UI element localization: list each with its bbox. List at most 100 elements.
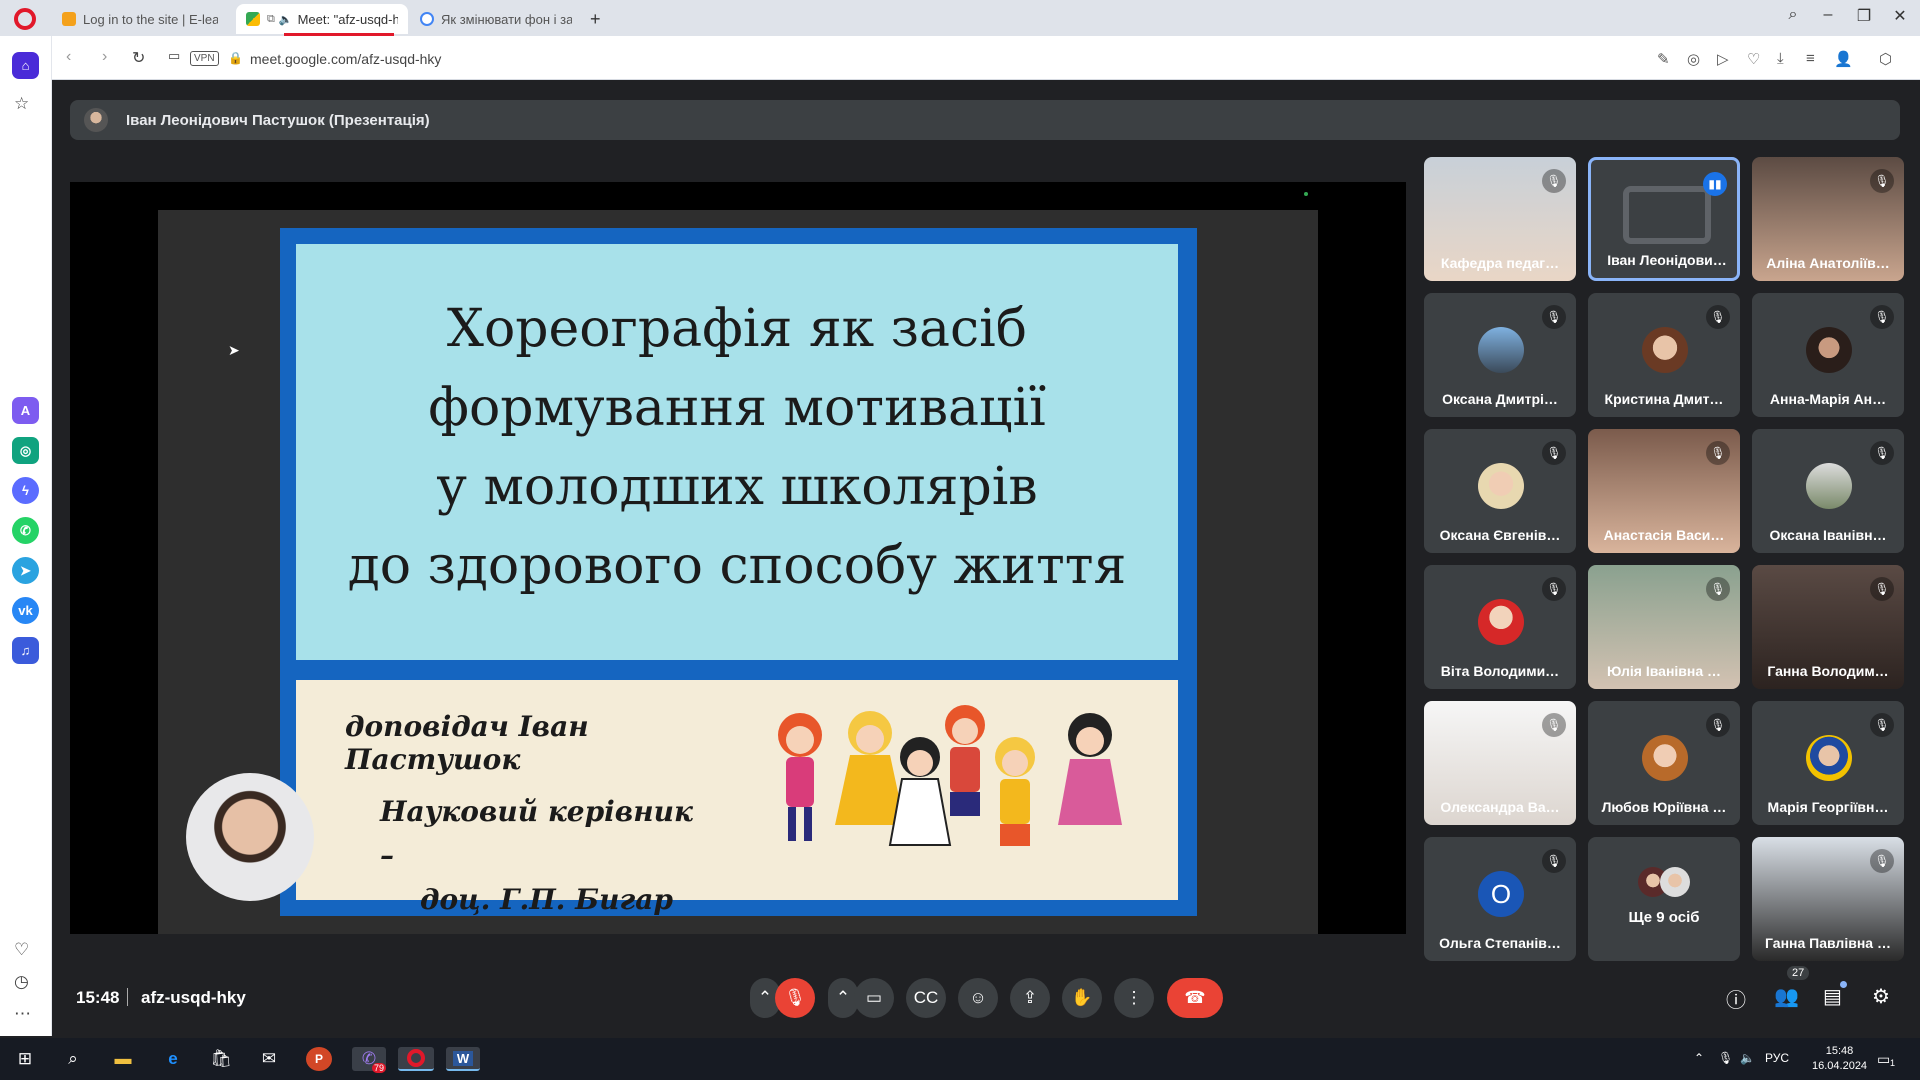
viber-icon[interactable]: ✆ 79 (352, 1047, 386, 1073)
participant-tile[interactable]: 🎙 Оксана Євгенів… (1424, 429, 1576, 553)
meeting-code: afz-usqd-hky (141, 988, 246, 1007)
tab-meet[interactable]: ⧉ 🔈 Meet: "afz-usqd-h (236, 4, 408, 34)
participant-tile[interactable]: 🎙 Олександра Ва… (1424, 701, 1576, 825)
slide-title-line: Хореографія як засіб (446, 299, 1028, 359)
back-icon[interactable]: ‹ (66, 48, 71, 66)
mic-off-icon: 🎙 (1870, 169, 1894, 193)
search-tabs-icon[interactable]: ⌕ (1778, 6, 1808, 24)
close-window-icon[interactable]: ✕ (1885, 6, 1915, 26)
aria-icon[interactable]: A (12, 397, 39, 424)
file-explorer-icon[interactable]: ▬ (110, 1047, 136, 1071)
participant-tile[interactable]: 🎙 Любов Юріївна … (1588, 701, 1740, 825)
messenger-icon[interactable]: ϟ (12, 477, 39, 504)
tab-google-search[interactable]: Як змінювати фон і засто (410, 4, 582, 34)
more-vert-icon: ⋮ (1125, 988, 1143, 1007)
download-icon[interactable]: ⤓ (1777, 50, 1784, 67)
speed-dial-icon[interactable]: ☆ (14, 94, 29, 114)
player-icon[interactable]: ♫ (12, 637, 39, 664)
chatgpt-icon[interactable]: ◎ (12, 437, 39, 464)
vk-icon[interactable]: vk (12, 597, 39, 624)
new-tab-icon[interactable]: + (590, 9, 601, 30)
bookmarks-icon[interactable]: ♡ (14, 940, 29, 960)
snap-icon[interactable]: ▭ (168, 48, 180, 64)
notification-center-icon[interactable]: ▭ (1877, 1051, 1890, 1068)
participant-tile[interactable]: 🎙 Віта Володими… (1424, 565, 1576, 689)
leave-call-button[interactable]: ☎ (1167, 978, 1223, 1018)
participant-tile[interactable]: 🎙 Кристина Дмит… (1588, 293, 1740, 417)
edge-icon[interactable]: e (160, 1047, 186, 1071)
avatar (84, 108, 108, 132)
restore-icon[interactable]: ❐ (1849, 6, 1879, 26)
slide-title-line: у молодших школярів (436, 457, 1038, 517)
meeting-info-icon[interactable]: ⓘ (1726, 984, 1746, 1013)
participant-tile[interactable]: 🎙 Оксана Іванівн… (1752, 429, 1904, 553)
taskbar-clock[interactable]: 15:48 16.04.2024 (1812, 1044, 1867, 1074)
opera-menu-icon[interactable] (14, 8, 36, 30)
taskbar-time: 15:48 (1825, 1045, 1854, 1057)
reload-icon[interactable]: ↻ (132, 48, 145, 68)
participant-tile[interactable]: 🎙 Юлія Іванівна … (1588, 565, 1740, 689)
edit-icon[interactable]: ✎ (1657, 50, 1670, 68)
participant-tile[interactable]: ▮▮ Іван Леонідови… (1588, 157, 1740, 281)
vpn-badge[interactable]: VPN (190, 51, 219, 66)
whatsapp-icon[interactable]: ✆ (12, 517, 39, 544)
captions-button[interactable]: CC (906, 978, 946, 1018)
participant-tile[interactable]: 🎙 Анна-Марія Ан… (1752, 293, 1904, 417)
history-icon[interactable]: ◷ (14, 972, 29, 992)
participant-tile[interactable]: 🎙 Аліна Анатоліїв… (1752, 157, 1904, 281)
viber-badge: 79 (371, 1063, 386, 1073)
participant-name: Юлія Іванівна … (1606, 663, 1722, 679)
participant-tile[interactable]: 🎙 Марія Георгіївн… (1752, 701, 1904, 825)
url-field[interactable]: meet.google.com/afz-usqd-hky (250, 51, 441, 67)
camera-toggle-button[interactable]: ▭ (854, 978, 894, 1018)
more-participants-tile[interactable]: Ще 9 осіб (1588, 837, 1740, 961)
pip-icon[interactable]: ⧉ (267, 13, 275, 26)
word-icon[interactable]: W (446, 1047, 480, 1071)
people-icon[interactable]: 👥 (1774, 984, 1799, 1009)
store-icon[interactable]: 🛍 (208, 1047, 234, 1071)
forward-icon[interactable]: › (102, 48, 107, 66)
sidebar-more-icon[interactable]: ⋯ (14, 1004, 31, 1024)
tray-overflow-icon[interactable]: ⌃ (1694, 1051, 1704, 1065)
speaker-icon[interactable]: 🔈 (279, 13, 293, 26)
lock-icon[interactable]: 🔒 (228, 51, 243, 65)
search-icon[interactable]: ⌕ (60, 1047, 86, 1071)
participant-tile[interactable]: О 🎙 Ольга Степанів… (1424, 837, 1576, 961)
opera-taskbar-icon[interactable] (398, 1047, 434, 1071)
avatar (1806, 735, 1852, 781)
extensions-icon[interactable]: ⬡ (1879, 50, 1892, 68)
avatar (1806, 327, 1852, 373)
participant-tile[interactable]: 🎙 Кафедра педаг… (1424, 157, 1576, 281)
chat-icon[interactable]: ▤ (1823, 984, 1842, 1009)
language-indicator[interactable]: РУС (1765, 1051, 1789, 1065)
camera-icon[interactable]: ◎ (1687, 50, 1700, 68)
microphone-tray-icon[interactable]: 🎙 (1718, 1051, 1733, 1065)
meet-favicon-icon (246, 12, 260, 26)
volume-icon[interactable]: 🔈 (1740, 1051, 1755, 1065)
mic-off-icon: 🎙 (1542, 577, 1566, 601)
windows-start-icon[interactable]: ⊞ (12, 1047, 38, 1071)
participant-tile[interactable]: 🎙 Ганна Павлівна … (1752, 837, 1904, 961)
tab-elearning[interactable]: Log in to the site | E-learni (52, 4, 228, 34)
home-icon[interactable]: ⌂ (12, 52, 39, 79)
mail-icon[interactable]: ✉ (256, 1047, 282, 1071)
powerpoint-icon[interactable]: P (306, 1047, 332, 1071)
participant-name: Кристина Дмит… (1604, 391, 1724, 407)
minimize-icon[interactable]: – (1813, 6, 1843, 24)
avatar (1478, 599, 1524, 645)
activities-icon[interactable]: ⚙ (1872, 984, 1890, 1009)
present-button[interactable]: ⇪ (1010, 978, 1050, 1018)
more-options-button[interactable]: ⋮ (1114, 978, 1154, 1018)
heart-icon[interactable]: ♡ (1747, 50, 1760, 68)
profile-icon[interactable]: 👤 (1834, 50, 1853, 68)
raise-hand-button[interactable]: ✋ (1062, 978, 1102, 1018)
menu-icon[interactable]: ≡ (1806, 50, 1815, 67)
participant-tile[interactable]: 🎙 Анастасія Васи… (1588, 429, 1740, 553)
mic-toggle-button[interactable]: 🎙 (775, 978, 815, 1018)
present-screen-icon: ⇪ (1022, 988, 1038, 1007)
play-icon[interactable]: ▷ (1717, 50, 1729, 68)
reactions-button[interactable]: ☺ (958, 978, 998, 1018)
participant-tile[interactable]: 🎙 Ганна Володим… (1752, 565, 1904, 689)
telegram-icon[interactable]: ➤ (12, 557, 39, 584)
participant-tile[interactable]: 🎙 Оксана Дмитрі… (1424, 293, 1576, 417)
